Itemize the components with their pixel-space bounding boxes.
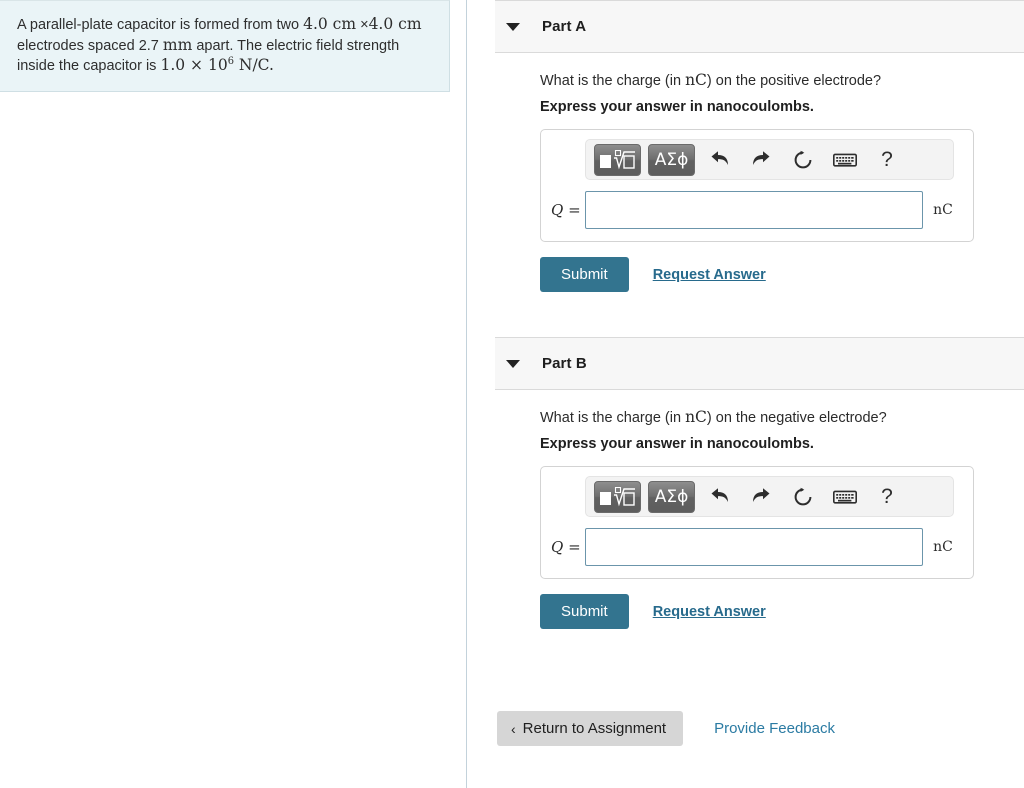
math-templates-glyph [599,486,635,506]
request-answer-link-b[interactable]: Request Answer [653,604,766,620]
return-to-assignment-label: Return to Assignment [522,720,667,737]
return-to-assignment-button[interactable]: ‹ Return to Assignment [497,711,684,746]
part-title-a: Part A [542,18,587,35]
greek-letters-icon[interactable]: ΑΣϕ [648,143,695,176]
undo-icon[interactable] [702,482,736,512]
vertical-divider [466,0,467,788]
submit-row-b: Submit Request Answer [540,594,1024,629]
problem-statement-box: A parallel-plate capacitor is formed fro… [0,0,450,92]
problem-line1-prefix: A parallel-plate capacitor is formed fro… [17,17,304,33]
greek-letters-icon[interactable]: ΑΣϕ [648,480,695,513]
equals-sign-b: = [563,538,581,556]
submit-button-a[interactable]: Submit [540,257,629,292]
keyboard-icon[interactable] [828,482,862,512]
question-a-unit: nC [685,71,707,89]
math-toolbar-a: ΑΣϕ ? [585,139,954,180]
redo-icon[interactable] [744,482,778,512]
keyboard-icon[interactable] [828,145,862,175]
question-a-suffix: ) on the positive electrode? [706,73,882,89]
answer-unit-a: nC [933,202,953,218]
chevron-left-icon: ‹ [511,720,516,737]
variable-symbol-a: Q [551,201,564,219]
question-a-prefix: What is the charge (in [540,73,686,89]
part-spacer [495,292,1024,337]
answer-input-b[interactable] [585,528,923,566]
provide-feedback-link[interactable]: Provide Feedback [714,720,835,737]
answer-pane: Part A What is the charge (in nC) on the… [495,0,1024,629]
problem-line3-prefix: inside the capacitor is [17,58,161,74]
keyboard-glyph [833,490,857,504]
part-header-b[interactable]: Part B [495,337,1024,390]
variable-symbol-b: Q [551,538,564,556]
problem-pane: A parallel-plate capacitor is formed fro… [0,0,450,92]
problem-dimension-1: 4.0 cm [303,15,357,33]
question-text-b: What is the charge (in nC) on the negati… [540,390,1024,426]
problem-field-unit: N/C. [233,56,274,74]
part-body-a: What is the charge (in nC) on the positi… [495,53,1024,292]
question-b-unit: nC [685,408,707,426]
math-toolbar-b: ΑΣϕ ? [585,476,954,517]
keyboard-glyph [833,153,857,167]
request-answer-link-a[interactable]: Request Answer [653,267,766,283]
instruction-text-b: Express your answer in nanocoulombs. [540,436,814,452]
part-header-a[interactable]: Part A [495,0,1024,53]
help-icon[interactable]: ? [870,145,904,175]
problem-times-symbol: × [356,17,369,33]
part-block-b: Part B What is the charge (in nC) on the… [495,337,1024,629]
answer-unit-b: nC [933,539,953,555]
reset-icon[interactable] [786,145,820,175]
answer-box-a: ΑΣϕ ? Q = nC [540,129,974,242]
math-templates-icon[interactable] [594,143,641,176]
equals-sign-a: = [563,201,581,219]
part-body-b: What is the charge (in nC) on the negati… [495,390,1024,629]
answer-input-row-a: Q = nC [551,191,963,229]
variable-label-a: Q = [551,201,585,219]
question-text-a: What is the charge (in nC) on the positi… [540,53,1024,89]
chevron-down-icon[interactable] [506,22,520,31]
problem-line2-prefix: electrodes spaced 2.7 [17,37,163,54]
footer-actions: ‹ Return to Assignment Provide Feedback [497,711,835,746]
redo-glyph [752,488,769,502]
reset-glyph [794,487,812,505]
problem-unit-mm: mm [162,35,193,54]
part-block-a: Part A What is the charge (in nC) on the… [495,0,1024,292]
undo-icon[interactable] [702,145,736,175]
part-title-b: Part B [542,355,587,372]
redo-icon[interactable] [744,145,778,175]
reset-icon[interactable] [786,482,820,512]
chevron-down-icon[interactable] [506,359,520,368]
reset-glyph [794,150,812,168]
problem-line2-suffix: apart. The electric field strength [192,37,400,54]
answer-input-row-b: Q = nC [551,528,963,566]
variable-label-b: Q = [551,538,585,556]
problem-field-mantissa: 1.0 × 10 [160,56,228,74]
question-b-prefix: What is the charge (in [540,410,686,426]
help-icon[interactable]: ? [870,482,904,512]
math-templates-icon[interactable] [594,480,641,513]
undo-glyph [711,151,728,165]
undo-glyph [711,488,728,502]
submit-button-b[interactable]: Submit [540,594,629,629]
problem-dimension-2: 4.0 cm [368,15,422,33]
problem-statement-text: A parallel-plate capacitor is formed fro… [17,15,433,77]
math-templates-glyph [599,149,635,169]
answer-input-a[interactable] [585,191,923,229]
answer-box-b: ΑΣϕ ? Q = nC [540,466,974,579]
instruction-text-a: Express your answer in nanocoulombs. [540,99,814,115]
redo-glyph [752,151,769,165]
submit-row-a: Submit Request Answer [540,257,1024,292]
question-b-suffix: ) on the negative electrode? [706,410,887,426]
